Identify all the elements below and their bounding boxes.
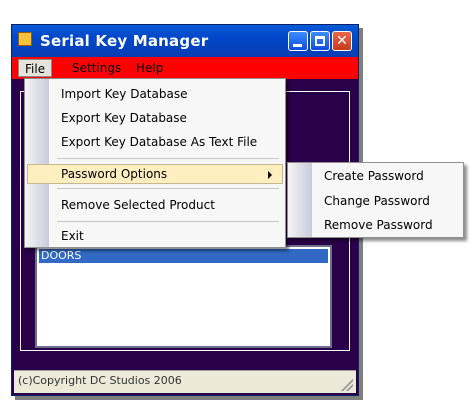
submenu-item-create-password[interactable]: Create Password	[324, 169, 424, 183]
menu-settings[interactable]: Settings	[66, 59, 127, 77]
menu-item-password-options[interactable]: Password Options	[27, 164, 283, 184]
close-icon: ✕	[336, 33, 348, 49]
submenu-item-change-password[interactable]: Change Password	[324, 194, 430, 208]
menu-item-label: Export Key Database As Text File	[61, 135, 258, 149]
maximize-icon	[315, 36, 325, 46]
maximize-button[interactable]	[310, 31, 330, 51]
menu-item-label: Password Options	[61, 167, 168, 181]
file-menu-dropdown: Import Key Database Export Key Database …	[24, 78, 286, 248]
menu-file[interactable]: File	[18, 59, 53, 77]
list-item[interactable]: DOORS	[39, 249, 328, 263]
resize-grip-icon[interactable]	[341, 379, 353, 391]
product-list[interactable]: DOORS	[35, 245, 332, 348]
menu-item-label: Import Key Database	[61, 87, 188, 101]
menu-item-label: Remove Selected Product	[61, 198, 215, 212]
window-title: Serial Key Manager	[40, 32, 209, 50]
menu-item-export-as-text[interactable]: Export Key Database As Text File	[27, 132, 283, 152]
submenu-item-remove-password[interactable]: Remove Password	[324, 218, 433, 232]
menu-item-label: Export Key Database	[61, 111, 187, 125]
minimize-icon	[293, 44, 302, 47]
menu-help[interactable]: Help	[130, 59, 169, 77]
menu-separator	[57, 188, 279, 189]
menu-item-exit[interactable]: Exit	[27, 226, 283, 246]
menu-item-label: Exit	[61, 229, 84, 243]
password-options-submenu: Create Password Change Password Remove P…	[287, 162, 464, 238]
copyright-text: (c)Copyright DC Studios 2006	[18, 374, 182, 387]
key-app-icon	[18, 32, 32, 46]
menu-gutter	[288, 163, 312, 237]
minimize-button[interactable]	[288, 31, 308, 51]
menu-item-remove-selected-product[interactable]: Remove Selected Product	[27, 195, 283, 215]
menu-separator	[57, 158, 279, 159]
menu-gutter	[25, 79, 49, 247]
submenu-arrow-icon	[268, 171, 272, 179]
menu-separator	[57, 221, 279, 222]
menu-item-import-key-database[interactable]: Import Key Database	[27, 84, 283, 104]
title-bar[interactable]: Serial Key Manager ✕	[12, 25, 358, 57]
status-bar: (c)Copyright DC Studios 2006	[14, 370, 356, 393]
menu-item-export-key-database[interactable]: Export Key Database	[27, 108, 283, 128]
close-button[interactable]: ✕	[332, 31, 352, 51]
menu-bar: File Settings Help	[12, 57, 358, 79]
